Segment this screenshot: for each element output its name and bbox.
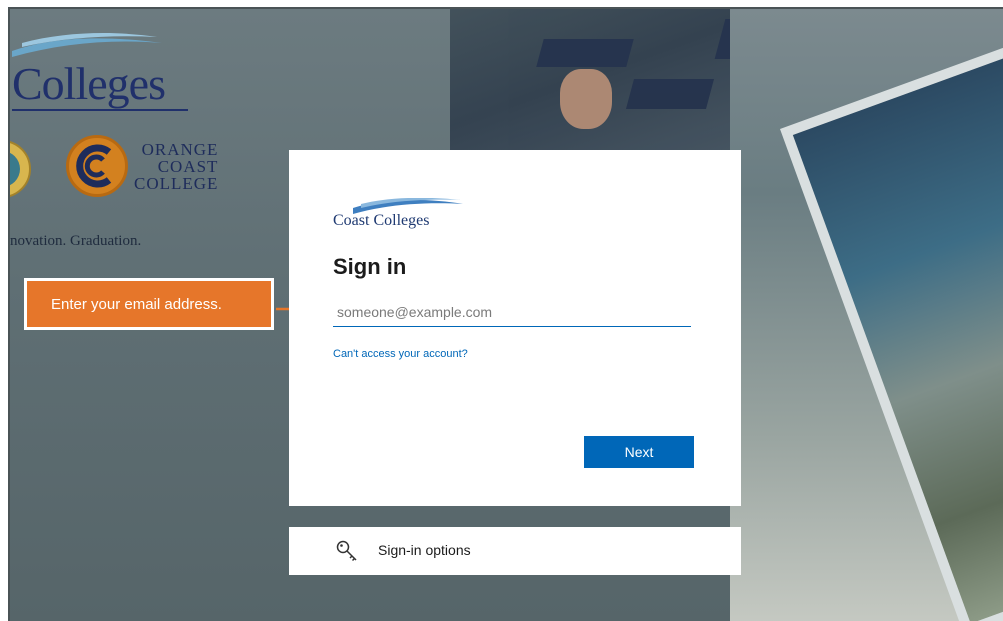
brand-underline — [12, 109, 188, 111]
card-logo-text: Coast Colleges — [333, 212, 430, 229]
key-icon — [336, 540, 357, 562]
signin-options-label: Sign-in options — [378, 542, 471, 558]
signin-options-bar[interactable]: Sign-in options — [289, 527, 741, 575]
occ-line-3: COLLEGE — [134, 174, 219, 193]
screenshot-frame: Colleges ORANGE COAST COLLEGE novation. … — [8, 7, 1003, 621]
signin-title: Sign in — [333, 254, 407, 279]
occ-line-1: ORANGE — [141, 140, 219, 159]
college-seal-icon — [10, 141, 31, 197]
callout-text: Enter your email address. — [51, 295, 222, 313]
swoosh-logo-icon — [12, 33, 162, 57]
tagline: novation. Graduation. — [10, 233, 142, 249]
signin-card: Coast Colleges Sign in Can't access your… — [289, 150, 741, 506]
occ-logo-icon — [66, 135, 128, 197]
brand-name: Colleges — [12, 58, 166, 109]
occ-line-2: COAST — [157, 157, 219, 176]
next-button[interactable]: Next — [584, 436, 694, 468]
email-input[interactable] — [333, 297, 691, 327]
occ-name: ORANGE COAST COLLEGE — [134, 141, 218, 192]
instruction-callout: Enter your email address. — [24, 278, 274, 330]
cant-access-account-link[interactable]: Can't access your account? — [333, 348, 468, 360]
